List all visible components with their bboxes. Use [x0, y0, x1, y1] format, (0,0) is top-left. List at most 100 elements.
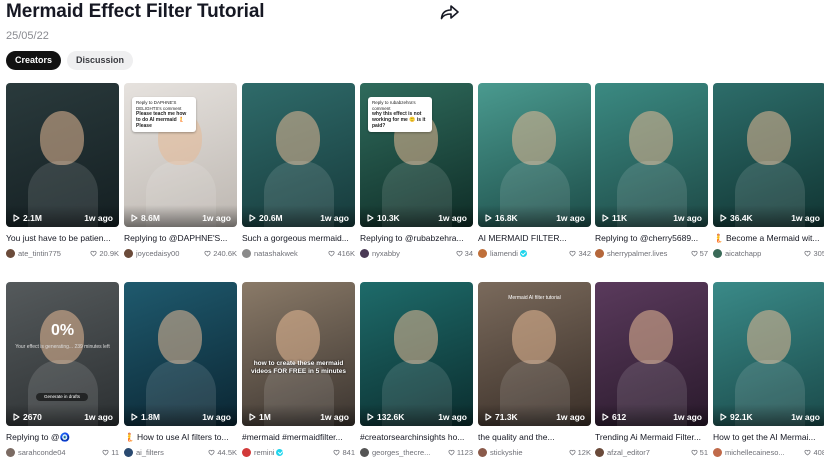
video-thumbnail[interactable]: 11K 1w ago	[595, 83, 708, 227]
username[interactable]: stickyshie	[490, 448, 569, 457]
video-thumbnail[interactable]: Mermaid AI filter tutorial 71.3K 1w ago	[478, 282, 591, 426]
video-card[interactable]: Mermaid AI filter tutorial 71.3K 1w ago the…	[478, 282, 591, 457]
video-thumbnail[interactable]: 92.1K 1w ago	[713, 282, 824, 426]
avatar[interactable]	[360, 248, 369, 258]
video-caption[interactable]: #mermaid #mermaidfilter...	[242, 432, 355, 443]
subject-silhouette	[512, 310, 556, 364]
avatar[interactable]	[6, 248, 15, 258]
heart-icon	[569, 449, 576, 455]
avatar[interactable]	[242, 248, 251, 258]
share-arrow-icon[interactable]	[440, 4, 460, 20]
video-caption[interactable]: How to get the AI Mermai...	[713, 432, 824, 443]
progress-percent: 0%	[50, 322, 75, 339]
heart-icon	[333, 449, 340, 455]
video-caption[interactable]: #creatorsearchinsights ho...	[360, 432, 473, 443]
video-age: 1w ago	[791, 213, 820, 223]
video-card[interactable]: Reply to DAPHNE'S DELIGHTS's comment Plea…	[124, 83, 237, 258]
video-caption[interactable]: 🧜 Become a Mermaid wit...	[713, 233, 824, 244]
avatar[interactable]	[595, 248, 604, 258]
username[interactable]: michellecaineso...	[725, 448, 804, 457]
username[interactable]: remini	[254, 448, 333, 457]
video-card[interactable]: 0% Your effect is generating... 239 minut…	[6, 282, 119, 457]
avatar[interactable]	[6, 447, 15, 457]
username[interactable]: sherrypalmer.lives	[607, 249, 691, 258]
video-age: 1w ago	[438, 213, 467, 223]
username[interactable]: ai_filters	[136, 448, 208, 457]
like-count: 12K	[569, 448, 591, 457]
video-thumbnail[interactable]: 132.6K 1w ago	[360, 282, 473, 426]
video-caption[interactable]: You just have to be patien...	[6, 233, 119, 244]
video-thumbnail[interactable]: how to create these mermaid videos FOR F…	[242, 282, 355, 426]
view-count: 1.8M	[131, 412, 160, 422]
avatar[interactable]	[124, 447, 133, 457]
username[interactable]: afzal_editor7	[607, 448, 691, 457]
username[interactable]: aicatchapp	[725, 249, 804, 258]
avatar[interactable]	[713, 248, 722, 258]
username[interactable]: joycedaisy00	[136, 249, 204, 258]
like-count: 51	[691, 448, 708, 457]
username[interactable]: sarahconde04	[18, 448, 102, 457]
like-count: 408	[804, 448, 824, 457]
video-thumbnail[interactable]: 1.8M 1w ago	[124, 282, 237, 426]
video-caption[interactable]: Replying to @cherry5689...	[595, 233, 708, 244]
username[interactable]: liamendi	[490, 249, 569, 258]
video-caption[interactable]: Replying to @rubabzehra...	[360, 233, 473, 244]
heart-icon	[804, 250, 811, 256]
video-card[interactable]: 16.8K 1w ago AI MERMAID FILTER... liamendi 3…	[478, 83, 591, 258]
like-count: 57	[691, 249, 708, 258]
play-icon	[602, 214, 609, 222]
video-card[interactable]: 92.1K 1w ago How to get the AI Mermai... mi…	[713, 282, 824, 457]
video-caption[interactable]: the quality and the...	[478, 432, 591, 443]
video-card[interactable]: 20.6M 1w ago Such a gorgeous mermaid... nat…	[242, 83, 355, 258]
video-thumbnail[interactable]: 20.6M 1w ago	[242, 83, 355, 227]
username[interactable]: natashakwek	[254, 249, 328, 258]
video-card[interactable]: Reply to rubabzehra's comment why this ef…	[360, 83, 473, 258]
tab-discussion[interactable]: Discussion	[67, 51, 134, 70]
subject-silhouette	[394, 310, 438, 364]
video-caption[interactable]: AI MERMAID FILTER...	[478, 233, 591, 244]
username[interactable]: ate_tintin775	[18, 249, 90, 258]
video-thumbnail[interactable]: 0% Your effect is generating... 239 minut…	[6, 282, 119, 426]
video-meta: nyxabby 34	[360, 248, 473, 258]
avatar[interactable]	[360, 447, 369, 457]
avatar[interactable]	[713, 447, 722, 457]
video-card[interactable]: 2.1M 1w ago You just have to be patien... a…	[6, 83, 119, 258]
video-card[interactable]: 612 1w ago Trending Ai Mermaid Filter... af…	[595, 282, 708, 457]
subject-silhouette	[276, 111, 320, 165]
avatar[interactable]	[478, 447, 487, 457]
video-caption[interactable]: Trending Ai Mermaid Filter...	[595, 432, 708, 443]
video-caption[interactable]: Replying to @🧿	[6, 432, 119, 443]
video-thumbnail[interactable]: 16.8K 1w ago	[478, 83, 591, 227]
view-count: 1M	[249, 412, 271, 422]
video-card[interactable]: 11K 1w ago Replying to @cherry5689... sherr…	[595, 83, 708, 258]
video-thumbnail[interactable]: 612 1w ago	[595, 282, 708, 426]
video-card[interactable]: 36.4K 1w ago 🧜 Become a Mermaid wit... aica…	[713, 83, 824, 258]
avatar[interactable]	[242, 447, 251, 457]
page-date: 25/05/22	[6, 30, 49, 42]
video-thumbnail[interactable]: 36.4K 1w ago	[713, 83, 824, 227]
video-thumbnail[interactable]: Reply to rubabzehra's comment why this ef…	[360, 83, 473, 227]
avatar[interactable]	[478, 248, 487, 258]
username[interactable]: nyxabby	[372, 249, 456, 258]
video-age: 1w ago	[673, 213, 702, 223]
video-card[interactable]: how to create these mermaid videos FOR F…	[242, 282, 355, 457]
heart-icon	[204, 250, 211, 256]
video-caption[interactable]: Replying to @DAPHNE'S...	[124, 233, 237, 244]
play-icon	[13, 413, 20, 421]
video-thumbnail[interactable]: Reply to DAPHNE'S DELIGHTS's comment Plea…	[124, 83, 237, 227]
subject-silhouette	[40, 111, 84, 165]
play-icon	[720, 214, 727, 222]
draft-button: Generate in drafts	[36, 393, 88, 401]
tab-creators[interactable]: Creators	[6, 51, 62, 70]
video-caption[interactable]: Such a gorgeous mermaid...	[242, 233, 355, 244]
video-card[interactable]: 132.6K 1w ago #creatorsearchinsights ho...…	[360, 282, 473, 457]
video-meta: ai_filters 44.5K	[124, 447, 237, 457]
video-caption[interactable]: 🧜 How to use AI filters to...	[124, 432, 237, 443]
avatar[interactable]	[124, 248, 133, 258]
username[interactable]: georges_thecre...	[372, 448, 448, 457]
avatar[interactable]	[595, 447, 604, 457]
video-card[interactable]: 1.8M 1w ago 🧜 How to use AI filters to... a…	[124, 282, 237, 457]
video-thumbnail[interactable]: 2.1M 1w ago	[6, 83, 119, 227]
view-count: 8.6M	[131, 213, 160, 223]
like-count: 841	[333, 448, 355, 457]
